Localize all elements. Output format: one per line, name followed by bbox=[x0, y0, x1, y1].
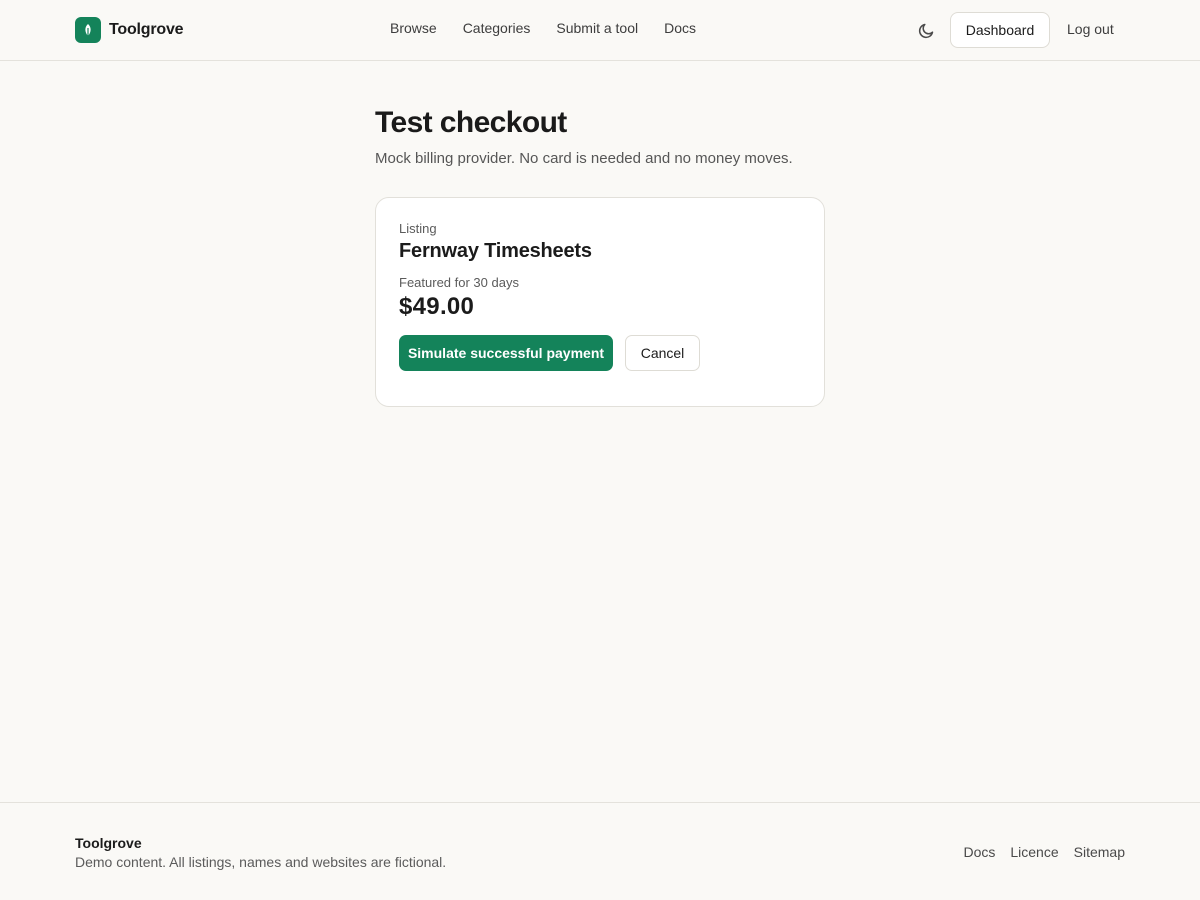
page-title: Test checkout bbox=[375, 106, 567, 139]
listing-label: Listing bbox=[399, 221, 437, 236]
simulate-payment-button[interactable]: Simulate successful payment bbox=[399, 335, 613, 371]
footer-link-sitemap[interactable]: Sitemap bbox=[1074, 844, 1125, 860]
nav-browse[interactable]: Browse bbox=[390, 20, 437, 36]
footer-link-docs[interactable]: Docs bbox=[963, 844, 995, 860]
site-footer: Toolgrove Demo content. All listings, na… bbox=[0, 802, 1200, 900]
feature-duration-label: Featured for 30 days bbox=[399, 275, 519, 290]
moon-icon[interactable] bbox=[916, 19, 938, 41]
site-header: Toolgrove Browse Categories Submit a too… bbox=[0, 0, 1200, 61]
page-subtitle: Mock billing provider. No card is needed… bbox=[375, 150, 793, 167]
checkout-main: Test checkout Mock billing provider. No … bbox=[375, 106, 825, 407]
footer-links: Docs Licence Sitemap bbox=[963, 844, 1125, 860]
listing-name: Fernway Timesheets bbox=[399, 240, 592, 262]
footer-brand: Toolgrove bbox=[75, 835, 142, 851]
nav-docs[interactable]: Docs bbox=[664, 20, 696, 36]
logout-link[interactable]: Log out bbox=[1067, 21, 1114, 37]
brand-name: Toolgrove bbox=[109, 21, 184, 38]
brand-link[interactable]: Toolgrove bbox=[75, 17, 184, 43]
nav-categories[interactable]: Categories bbox=[463, 20, 531, 36]
cancel-button[interactable]: Cancel bbox=[625, 335, 700, 371]
price: $49.00 bbox=[399, 293, 475, 320]
main-nav: Browse Categories Submit a tool Docs bbox=[390, 20, 696, 36]
footer-note: Demo content. All listings, names and we… bbox=[75, 854, 447, 870]
dashboard-button[interactable]: Dashboard bbox=[950, 12, 1050, 48]
nav-submit-a-tool[interactable]: Submit a tool bbox=[556, 20, 638, 36]
checkout-actions: Simulate successful payment Cancel bbox=[399, 335, 801, 371]
leaf-logo-icon bbox=[75, 17, 101, 43]
checkout-card: Listing Fernway Timesheets Featured for … bbox=[375, 197, 825, 407]
footer-link-licence[interactable]: Licence bbox=[1010, 844, 1058, 860]
